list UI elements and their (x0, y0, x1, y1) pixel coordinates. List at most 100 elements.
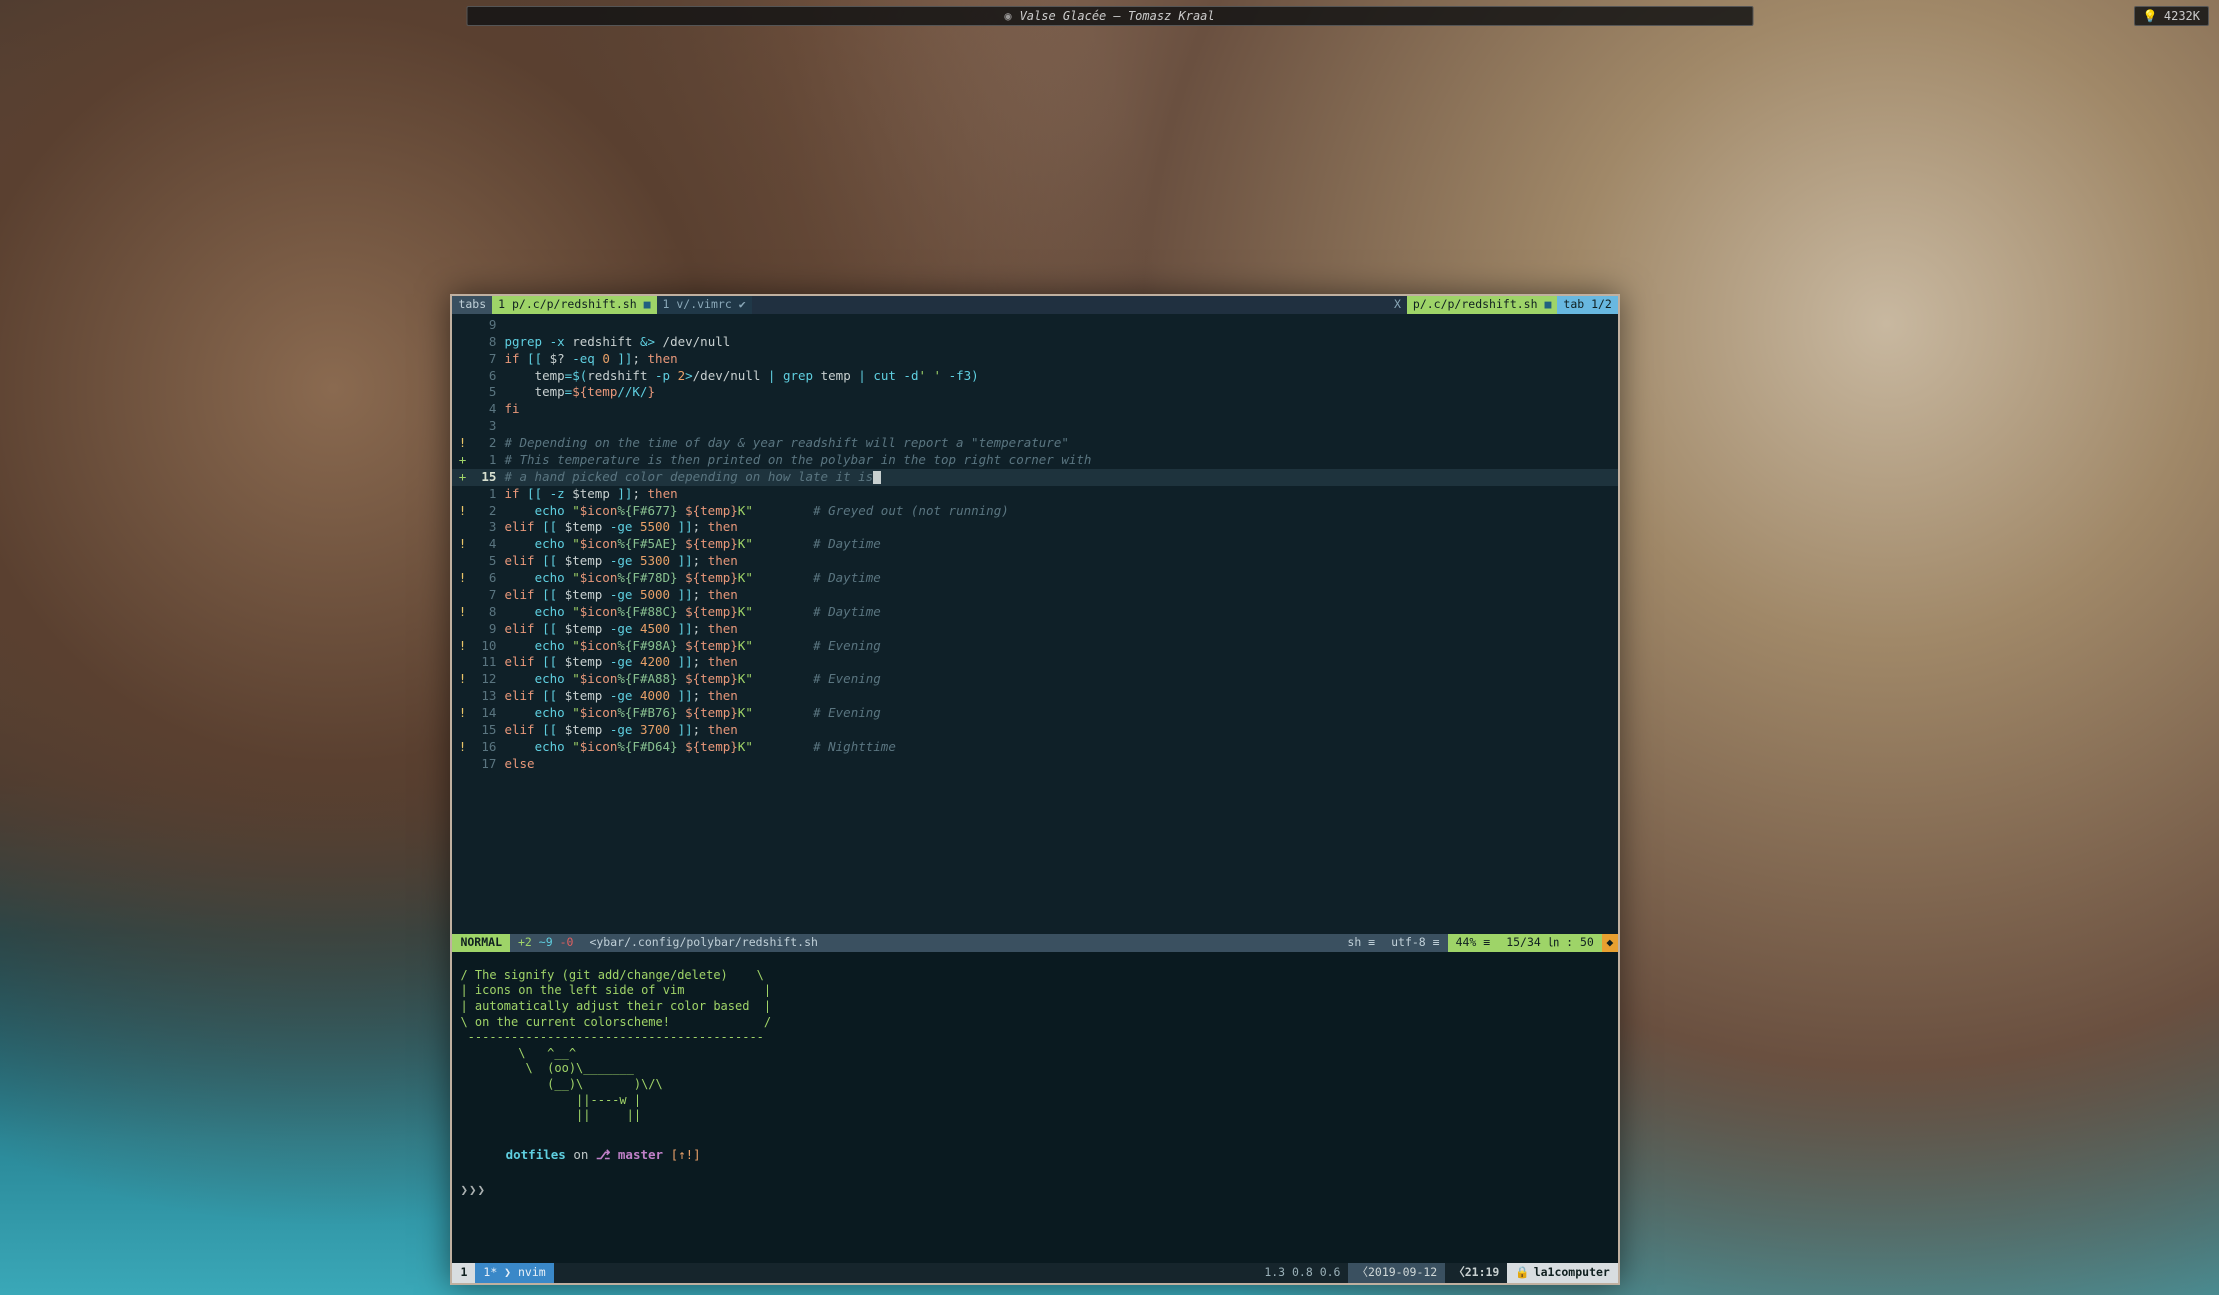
sign-column (452, 722, 472, 739)
code-line[interactable]: !8 echo "$icon%{F#88C} ${temp}K" # Dayti… (452, 604, 1617, 621)
tmux-date: 〈 2019-09-12 (1348, 1263, 1445, 1283)
sign-column (452, 587, 472, 604)
tabline-label: tabs (452, 296, 492, 314)
code-text[interactable]: if [[ -z $temp ]]; then (504, 486, 677, 503)
code-text[interactable]: elif [[ $temp -ge 5500 ]]; then (504, 519, 737, 536)
code-line[interactable]: !4 echo "$icon%{F#5AE} ${temp}K" # Dayti… (452, 536, 1617, 553)
prompt-chevrons[interactable]: ❯❯❯ (460, 1182, 1609, 1199)
code-line[interactable]: 5 temp=${temp//K/} (452, 384, 1617, 401)
sign-column (452, 401, 472, 418)
code-line[interactable]: !16 echo "$icon%{F#D64} ${temp}K" # Nigh… (452, 739, 1617, 756)
sign-column (452, 519, 472, 536)
code-line[interactable]: 3 (452, 418, 1617, 435)
tab-inactive[interactable]: 1 v/.vimrc ✔ (657, 296, 752, 314)
tmux-session[interactable]: 1 (452, 1263, 475, 1283)
polybar-now-playing: ◉ Valse Glacée – Tomasz Kraal (466, 6, 1753, 26)
line-number: 15 (472, 469, 504, 486)
code-text[interactable]: # a hand picked color depending on how l… (504, 469, 881, 486)
sign-column (452, 688, 472, 705)
vim-editor[interactable]: 98pgrep -x redshift &> /dev/null7if [[ $… (452, 314, 1617, 952)
code-line[interactable]: +1# This temperature is then printed on … (452, 452, 1617, 469)
sign-column: ! (452, 435, 472, 452)
line-number: 14 (472, 705, 504, 722)
code-line[interactable]: 17else (452, 756, 1617, 773)
sign-column (452, 317, 472, 334)
filetype-indicator: sh ≡ (1339, 934, 1383, 952)
status-spacer (826, 934, 1339, 952)
tab-close-icon[interactable]: X (1388, 296, 1407, 314)
sign-column: ! (452, 503, 472, 520)
line-number: 7 (472, 587, 504, 604)
code-buffer[interactable]: 98pgrep -x redshift &> /dev/null7if [[ $… (452, 314, 1617, 934)
line-number: 10 (472, 638, 504, 655)
code-line[interactable]: !12 echo "$icon%{F#A88} ${temp}K" # Even… (452, 671, 1617, 688)
code-text[interactable]: elif [[ $temp -ge 5000 ]]; then (504, 587, 737, 604)
code-text[interactable]: fi (504, 401, 519, 418)
code-text[interactable]: if [[ $? -eq 0 ]]; then (504, 351, 677, 368)
line-number: 16 (472, 739, 504, 756)
code-text[interactable]: echo "$icon%{F#98A} ${temp}K" # Evening (504, 638, 880, 655)
code-line[interactable]: 3elif [[ $temp -ge 5500 ]]; then (452, 519, 1617, 536)
code-text[interactable]: else (504, 756, 534, 773)
code-text[interactable]: elif [[ $temp -ge 5300 ]]; then (504, 553, 737, 570)
code-text[interactable]: temp=${temp//K/} (504, 384, 655, 401)
line-number: 1 (472, 452, 504, 469)
code-line[interactable]: 6 temp=$(redshift -p 2>/dev/null | grep … (452, 368, 1617, 385)
warning-indicator: ◆ (1602, 934, 1618, 952)
code-line[interactable]: 1if [[ -z $temp ]]; then (452, 486, 1617, 503)
tabline-filename: p/.c/p/redshift.sh ■ (1407, 296, 1558, 314)
code-line[interactable]: +15# a hand picked color depending on ho… (452, 469, 1617, 486)
sign-column (452, 654, 472, 671)
cowsay-output: / The signify (git add/change/delete) \ … (460, 968, 1609, 1124)
code-line[interactable]: !2 echo "$icon%{F#677} ${temp}K" # Greye… (452, 503, 1617, 520)
code-line[interactable]: 9 (452, 317, 1617, 334)
status-filename: <ybar/.config/polybar/redshift.sh (581, 934, 825, 952)
sign-column: + (452, 452, 472, 469)
tab-active[interactable]: 1 p/.c/p/redshift.sh ■ (492, 296, 656, 314)
line-number: 13 (472, 688, 504, 705)
line-number: 3 (472, 519, 504, 536)
code-line[interactable]: 15elif [[ $temp -ge 3700 ]]; then (452, 722, 1617, 739)
line-number: 3 (472, 418, 504, 435)
code-text[interactable]: echo "$icon%{F#677} ${temp}K" # Greyed o… (504, 503, 1008, 520)
code-line[interactable]: 4fi (452, 401, 1617, 418)
code-line[interactable]: 7elif [[ $temp -ge 5000 ]]; then (452, 587, 1617, 604)
code-text[interactable]: echo "$icon%{F#5AE} ${temp}K" # Daytime (504, 536, 880, 553)
line-number: 5 (472, 384, 504, 401)
shell-pane[interactable]: / The signify (git add/change/delete) \ … (452, 952, 1617, 1263)
line-number: 2 (472, 435, 504, 452)
code-text[interactable]: echo "$icon%{F#B76} ${temp}K" # Evening (504, 705, 880, 722)
code-line[interactable]: 11elif [[ $temp -ge 4200 ]]; then (452, 654, 1617, 671)
code-line[interactable]: !2# Depending on the time of day & year … (452, 435, 1617, 452)
code-text[interactable]: pgrep -x redshift &> /dev/null (504, 334, 730, 351)
code-text[interactable]: echo "$icon%{F#78D} ${temp}K" # Daytime (504, 570, 880, 587)
code-text[interactable]: temp=$(redshift -p 2>/dev/null | grep te… (504, 368, 978, 385)
code-line[interactable]: 13elif [[ $temp -ge 4000 ]]; then (452, 688, 1617, 705)
code-line[interactable]: 8pgrep -x redshift &> /dev/null (452, 334, 1617, 351)
code-text[interactable]: elif [[ $temp -ge 4000 ]]; then (504, 688, 737, 705)
sign-column: ! (452, 671, 472, 688)
spotify-icon: ◉ (1004, 8, 1011, 24)
code-line[interactable]: !14 echo "$icon%{F#B76} ${temp}K" # Even… (452, 705, 1617, 722)
code-line[interactable]: !10 echo "$icon%{F#98A} ${temp}K" # Even… (452, 638, 1617, 655)
code-text[interactable]: # Depending on the time of day & year re… (504, 435, 1068, 452)
code-text[interactable]: echo "$icon%{F#A88} ${temp}K" # Evening (504, 671, 880, 688)
code-text[interactable]: echo "$icon%{F#88C} ${temp}K" # Daytime (504, 604, 880, 621)
redshift-temp: 4232K (2164, 8, 2200, 24)
terminal-window[interactable]: tabs 1 p/.c/p/redshift.sh ■ 1 v/.vimrc ✔… (450, 294, 1619, 1285)
sign-column (452, 418, 472, 435)
code-line[interactable]: !6 echo "$icon%{F#78D} ${temp}K" # Dayti… (452, 570, 1617, 587)
code-text[interactable]: elif [[ $temp -ge 4500 ]]; then (504, 621, 737, 638)
sign-column: ! (452, 705, 472, 722)
sign-column (452, 334, 472, 351)
code-text[interactable]: # This temperature is then printed on th… (504, 452, 1091, 469)
code-line[interactable]: 5elif [[ $temp -ge 5300 ]]; then (452, 553, 1617, 570)
code-text[interactable]: elif [[ $temp -ge 3700 ]]; then (504, 722, 737, 739)
tmux-window-active[interactable]: 1* ❯ nvim (475, 1263, 553, 1283)
code-line[interactable]: 7if [[ $? -eq 0 ]]; then (452, 351, 1617, 368)
code-text[interactable]: elif [[ $temp -ge 4200 ]]; then (504, 654, 737, 671)
percent-indicator: 44% ≡ (1448, 934, 1499, 952)
code-line[interactable]: 9elif [[ $temp -ge 4500 ]]; then (452, 621, 1617, 638)
sign-column: + (452, 469, 472, 486)
code-text[interactable]: echo "$icon%{F#D64} ${temp}K" # Nighttim… (504, 739, 895, 756)
